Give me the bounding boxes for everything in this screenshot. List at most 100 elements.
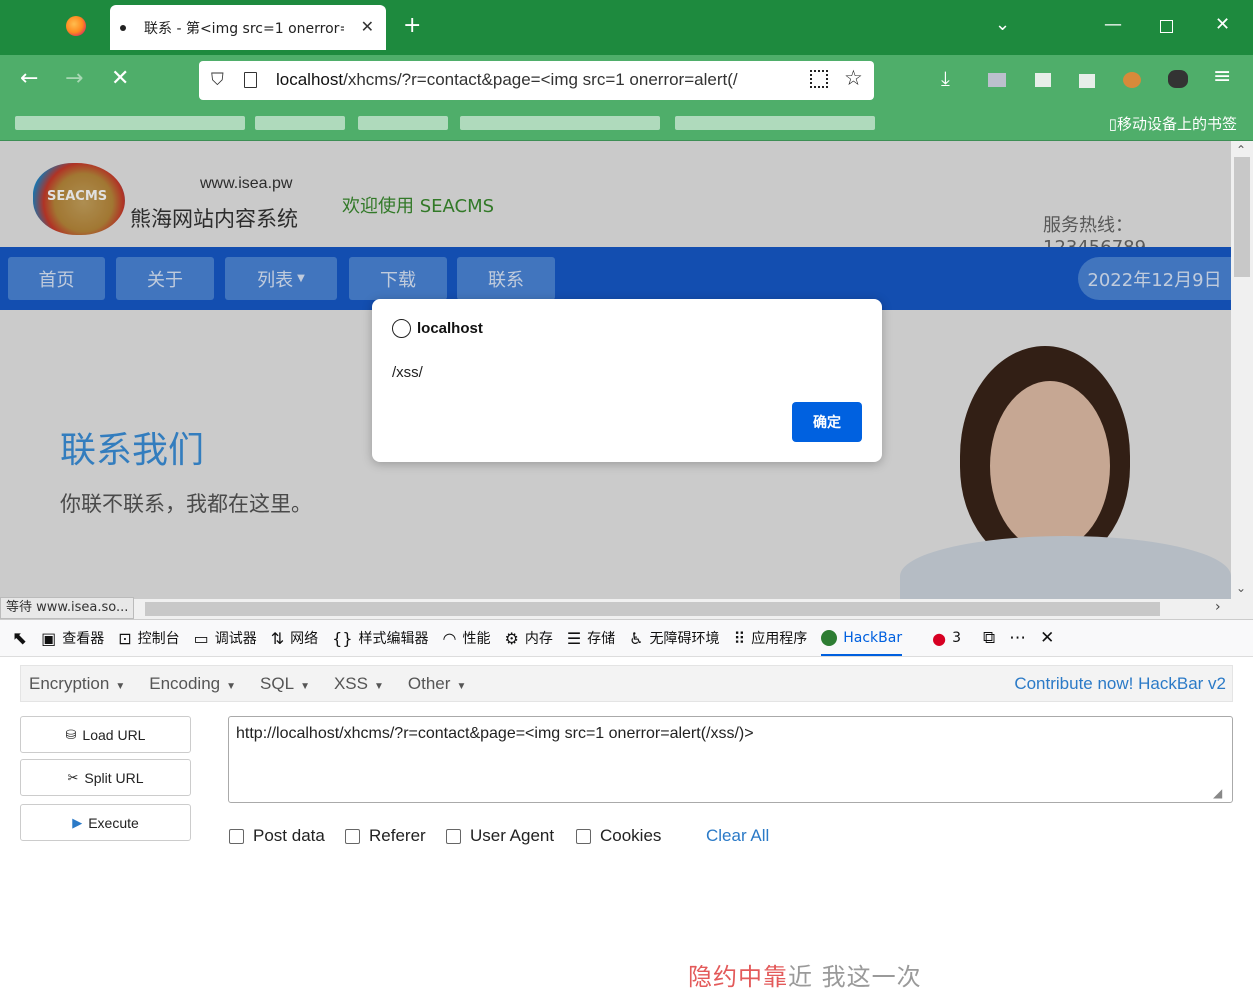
extension-icon[interactable] bbox=[1123, 72, 1141, 88]
execute-label: Execute bbox=[88, 814, 139, 831]
cookies-checkbox[interactable] bbox=[576, 828, 591, 844]
menu-xss[interactable]: XSS ▼ bbox=[334, 674, 384, 694]
tab-debugger[interactable]: ▭ 调试器 bbox=[194, 628, 257, 648]
more-icon[interactable]: ⋯ bbox=[1009, 628, 1026, 648]
post-data-checkbox[interactable] bbox=[229, 828, 244, 844]
hackbar-menu: Encryption ▼ Encoding ▼ SQL ▼ XSS ▼ Other ▼ C… bbox=[20, 665, 1233, 702]
tab-style-editor[interactable]: {} 样式编辑器 bbox=[332, 628, 428, 648]
extension-icon[interactable] bbox=[1035, 73, 1051, 87]
memory-icon: ⚙ bbox=[504, 628, 519, 648]
menu-sql[interactable]: SQL ▼ bbox=[260, 674, 310, 694]
close-tab-icon[interactable]: ✕ bbox=[361, 17, 374, 36]
extension-icon[interactable] bbox=[1079, 74, 1095, 88]
scroll-up-icon[interactable]: ⌃ bbox=[1236, 143, 1246, 157]
mobile-bookmarks[interactable]: ▯移动设备上的书签 bbox=[1109, 113, 1237, 134]
menu-other[interactable]: Other ▼ bbox=[408, 674, 466, 694]
extension-icon[interactable] bbox=[1168, 70, 1188, 88]
download-icon[interactable]: ⤓ bbox=[941, 66, 950, 90]
bookmark-item-blurred[interactable] bbox=[460, 116, 660, 130]
bookmark-item-blurred[interactable] bbox=[15, 116, 245, 130]
url-host: localhost bbox=[276, 70, 344, 89]
tab-accessibility[interactable]: ♿ 无障碍环境 bbox=[629, 628, 719, 648]
element-picker-icon[interactable]: ⬉ bbox=[12, 628, 27, 649]
tab-performance[interactable]: ◠ 性能 bbox=[443, 628, 491, 648]
devtools-close-icon[interactable]: ✕ bbox=[1040, 628, 1054, 648]
tab-application[interactable]: ⠿ 应用程序 bbox=[734, 628, 808, 648]
horizontal-scrollbar[interactable]: › bbox=[0, 599, 1253, 619]
user-agent-checkbox[interactable] bbox=[446, 828, 461, 844]
new-tab-icon[interactable]: + bbox=[403, 13, 421, 38]
menu-icon[interactable]: ≡ bbox=[1213, 64, 1231, 89]
scroll-thumb[interactable] bbox=[1234, 157, 1250, 277]
split-url-button[interactable]: ✂ Split URL bbox=[20, 759, 191, 796]
shield-icon[interactable]: ⛉ bbox=[211, 70, 224, 90]
user-agent-label: User Agent bbox=[470, 826, 555, 845]
tab-network[interactable]: ⇅ 网络 bbox=[271, 628, 318, 648]
clear-all-link[interactable]: Clear All bbox=[706, 826, 769, 846]
error-icon: ● bbox=[932, 628, 947, 648]
mobile-bookmarks-label: 移动设备上的书签 bbox=[1116, 116, 1237, 133]
inspector-icon: ▣ bbox=[41, 628, 57, 648]
vertical-scrollbar[interactable]: ⌃ ⌄ bbox=[1231, 141, 1253, 599]
option-post-data[interactable]: Post data bbox=[229, 826, 325, 846]
menu-other-label: Other bbox=[407, 673, 451, 693]
minimize-icon[interactable]: — bbox=[1104, 14, 1122, 35]
menu-encoding[interactable]: Encoding ▼ bbox=[149, 674, 236, 694]
tab-memory-label: 内存 bbox=[524, 631, 553, 647]
hackbar-version: HackBar v2 bbox=[1138, 673, 1226, 693]
back-icon[interactable]: ← bbox=[20, 66, 38, 91]
url-text[interactable]: localhost/xhcms/?r=contact&page=<img src… bbox=[276, 70, 796, 90]
scroll-right-icon[interactable]: › bbox=[1215, 599, 1221, 615]
dock-icon[interactable]: ⧉ bbox=[983, 628, 995, 648]
tab-performance-label: 性能 bbox=[462, 631, 491, 647]
caret-down-icon: ▼ bbox=[456, 680, 467, 692]
watermark-gray: 近 我这一次 bbox=[788, 963, 922, 991]
load-url-button[interactable]: ⛁ Load URL bbox=[20, 716, 191, 753]
bookmark-item-blurred[interactable] bbox=[255, 116, 345, 130]
style-editor-icon: {} bbox=[332, 628, 353, 648]
error-badge[interactable]: ● 3 bbox=[932, 629, 961, 648]
resize-handle-icon[interactable]: ◢ bbox=[1213, 786, 1222, 800]
scroll-down-icon[interactable]: ⌄ bbox=[1236, 581, 1246, 595]
referer-checkbox[interactable] bbox=[345, 828, 360, 844]
bookmark-item-blurred[interactable] bbox=[675, 116, 875, 130]
page-icon bbox=[244, 72, 257, 88]
tab-memory[interactable]: ⚙ 内存 bbox=[504, 628, 552, 648]
caret-down-icon: ▼ bbox=[115, 680, 126, 692]
execute-button[interactable]: ▶ Execute bbox=[20, 804, 191, 841]
tab-active[interactable]: 联系 - 第<img src=1 onerror= ✕ bbox=[110, 5, 386, 50]
tab-console[interactable]: ⊡ 控制台 bbox=[118, 628, 179, 648]
loading-dot-icon bbox=[120, 24, 126, 31]
option-user-agent[interactable]: User Agent bbox=[446, 826, 554, 846]
url-bar[interactable]: ⛉ localhost/xhcms/?r=contact&page=<img s… bbox=[199, 61, 874, 100]
forward-icon[interactable]: → bbox=[65, 66, 83, 91]
application-icon: ⠿ bbox=[733, 628, 746, 648]
tab-storage[interactable]: ☰ 存储 bbox=[567, 628, 615, 648]
menu-encryption[interactable]: Encryption ▼ bbox=[29, 674, 125, 694]
stop-icon[interactable]: ✕ bbox=[111, 66, 129, 91]
window-close-icon[interactable]: ✕ bbox=[1215, 14, 1230, 35]
performance-icon: ◠ bbox=[442, 628, 457, 648]
dialog-origin: localhost bbox=[417, 320, 483, 337]
tab-inspector-label: 查看器 bbox=[62, 631, 105, 647]
maximize-icon[interactable] bbox=[1160, 20, 1173, 33]
bookmark-star-icon[interactable]: ☆ bbox=[844, 66, 863, 90]
scroll-thumb-h[interactable] bbox=[145, 602, 1160, 616]
option-referer[interactable]: Referer bbox=[345, 826, 426, 846]
menu-sql-label: SQL bbox=[260, 673, 295, 693]
caret-down-icon: ▼ bbox=[226, 680, 237, 692]
tab-style-editor-label: 样式编辑器 bbox=[358, 631, 429, 647]
tab-list-chevron-icon[interactable]: ⌄ bbox=[995, 14, 1010, 35]
firefox-icon[interactable] bbox=[66, 16, 86, 36]
load-url-icon: ⛁ bbox=[65, 726, 77, 742]
referer-label: Referer bbox=[369, 826, 426, 845]
extension-icon[interactable] bbox=[988, 73, 1006, 87]
ok-button[interactable]: 确定 bbox=[792, 402, 862, 442]
tab-hackbar[interactable]: HackBar bbox=[821, 620, 903, 656]
url-textarea[interactable]: http://localhost/xhcms/?r=contact&page=<… bbox=[228, 716, 1233, 803]
tab-inspector[interactable]: ▣ 查看器 bbox=[41, 628, 104, 648]
contribute-link[interactable]: Contribute now! bbox=[1014, 674, 1133, 693]
bookmark-item-blurred[interactable] bbox=[358, 116, 448, 130]
option-cookies[interactable]: Cookies bbox=[576, 826, 661, 846]
qr-code-icon[interactable] bbox=[810, 70, 828, 88]
